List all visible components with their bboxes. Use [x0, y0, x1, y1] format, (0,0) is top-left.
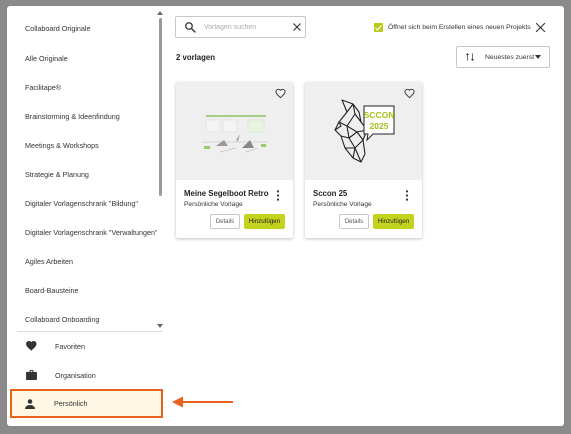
scrollbar-thumb[interactable] — [159, 18, 162, 196]
template-card[interactable]: Meine Segelboot Retro Persönliche Vorlag… — [176, 82, 293, 238]
details-button[interactable]: Details — [339, 214, 369, 229]
category-scrollbar[interactable] — [159, 16, 163, 330]
category-item[interactable]: Digitaler Vorlagenschrank "Verwaltungen" — [7, 218, 157, 247]
nav-personal[interactable]: Persönlich — [10, 389, 163, 418]
more-options-icon[interactable] — [405, 190, 409, 201]
sort-dropdown[interactable]: Neuestes zuerst — [456, 46, 550, 68]
nav-organisation[interactable]: Organisation — [11, 361, 161, 389]
annotation-arrow-icon — [172, 396, 233, 408]
more-options-icon[interactable] — [276, 190, 280, 201]
favorite-heart-icon[interactable] — [404, 88, 415, 99]
checkmark-icon — [375, 24, 382, 31]
category-item[interactable]: Alle Originale — [7, 44, 157, 73]
close-icon[interactable] — [535, 22, 546, 33]
nav-personal-label: Persönlich — [54, 399, 88, 408]
add-button[interactable]: Hinzufügen — [244, 214, 285, 229]
nav-favorites[interactable]: Favoriten — [11, 332, 161, 360]
badge-line-2: 2025 — [370, 121, 389, 131]
badge-line-1: SCCON — [364, 110, 395, 120]
person-icon — [24, 398, 36, 410]
category-item[interactable]: Digitaler Vorlagenschrank "Bildung" — [7, 189, 157, 218]
details-button[interactable]: Details — [210, 214, 240, 229]
search-icon — [185, 22, 196, 33]
category-item[interactable]: Brainstorming & Ideenfindung — [7, 102, 157, 131]
template-dialog: Collaboard Originale Alle Originale Faci… — [7, 6, 564, 426]
search-box[interactable] — [175, 16, 306, 38]
search-input[interactable] — [204, 23, 284, 31]
sort-label: Neuestes zuerst — [485, 53, 535, 61]
add-button[interactable]: Hinzufügen — [373, 214, 414, 229]
card-subtitle: Persönliche Vorlage — [184, 201, 243, 208]
template-card[interactable]: SCCON 2025 Sccon 25 Persönliche Vorlage … — [305, 82, 422, 238]
open-on-new-project-checkbox[interactable] — [374, 23, 383, 32]
category-list: Collaboard Originale Alle Originale Faci… — [7, 14, 157, 326]
scroll-down-arrow-icon[interactable] — [157, 324, 163, 328]
card-title: Meine Segelboot Retro — [184, 189, 269, 198]
category-item[interactable]: Strategie & Planung — [7, 160, 157, 189]
scroll-up-arrow-icon[interactable] — [157, 11, 163, 15]
category-item[interactable]: Collaboard Onboarding — [7, 305, 157, 326]
category-item[interactable]: Collaboard Originale — [7, 14, 157, 44]
results-count: 2 vorlagen — [176, 53, 215, 62]
card-subtitle: Persönliche Vorlage — [313, 201, 372, 208]
category-item[interactable]: Agiles Arbeiten — [7, 247, 157, 276]
category-item[interactable]: Facilitape® — [7, 73, 157, 102]
category-item[interactable]: Board-Bausteine — [7, 276, 157, 305]
favorite-heart-icon[interactable] — [275, 88, 286, 99]
heart-icon — [25, 340, 37, 352]
chevron-down-icon — [535, 55, 541, 59]
briefcase-icon — [25, 369, 37, 381]
sidebar: Collaboard Originale Alle Originale Faci… — [7, 6, 167, 426]
nav-favorites-label: Favoriten — [55, 341, 85, 351]
sort-icon — [466, 53, 474, 61]
card-title: Sccon 25 — [313, 189, 348, 198]
open-on-new-project-label: Öffnet sich beim Erstellen eines neuen P… — [388, 24, 531, 31]
clear-search-icon[interactable] — [292, 22, 302, 32]
nav-organisation-label: Organisation — [55, 370, 96, 380]
category-item[interactable]: Meetings & Workshops — [7, 131, 157, 160]
